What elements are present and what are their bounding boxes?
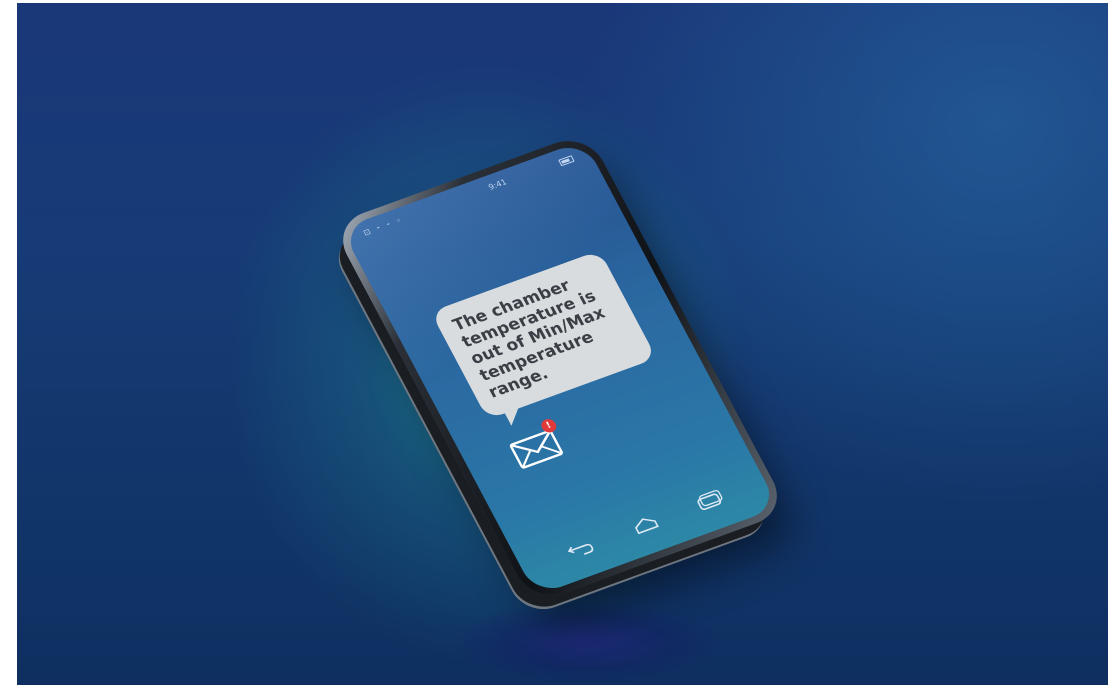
smartphone: ⊡ ⁃ ⁃ ◦ 9:41 The chamber temperature is … [330, 131, 790, 605]
notification-bubble[interactable]: The chamber temperature is out of Min/Ma… [430, 250, 657, 420]
image-frame: ⊡ ⁃ ⁃ ◦ 9:41 The chamber temperature is … [0, 0, 1109, 685]
signal-indicators: ⊡ ⁃ ⁃ ◦ [361, 215, 405, 238]
back-icon[interactable] [563, 534, 599, 561]
status-time: 9:41 [486, 177, 509, 192]
background-scene: ⊡ ⁃ ⁃ ◦ 9:41 The chamber temperature is … [17, 3, 1108, 685]
status-bar: ⊡ ⁃ ⁃ ◦ 9:41 [345, 147, 594, 248]
recent-apps-icon[interactable] [692, 487, 728, 514]
battery-icon [558, 155, 575, 167]
phone-shadow [457, 603, 717, 683]
mail-icon[interactable] [508, 428, 566, 470]
home-icon[interactable] [627, 511, 663, 538]
notification-message: The chamber temperature is out of Min/Ma… [449, 275, 609, 402]
